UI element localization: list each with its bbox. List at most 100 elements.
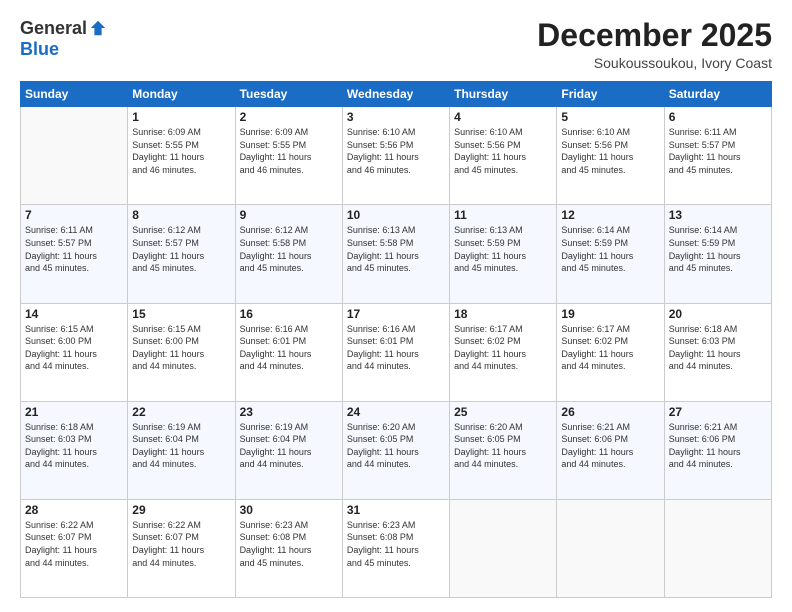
day-info: Sunrise: 6:09 AMSunset: 5:55 PMDaylight:… [240, 126, 338, 176]
day-number: 8 [132, 208, 230, 222]
calendar-cell: 29Sunrise: 6:22 AMSunset: 6:07 PMDayligh… [128, 499, 235, 597]
day-info: Sunrise: 6:14 AMSunset: 5:59 PMDaylight:… [561, 224, 659, 274]
day-info: Sunrise: 6:20 AMSunset: 6:05 PMDaylight:… [454, 421, 552, 471]
day-number: 11 [454, 208, 552, 222]
day-number: 26 [561, 405, 659, 419]
location: Soukoussoukou, Ivory Coast [537, 55, 772, 71]
logo: General Blue [20, 18, 107, 60]
calendar-cell: 4 Sunrise: 6:10 AMSunset: 5:56 PMDaylight… [450, 107, 557, 205]
day-number: 24 [347, 405, 445, 419]
calendar-cell: 31Sunrise: 6:23 AMSunset: 6:08 PMDayligh… [342, 499, 449, 597]
logo-icon [89, 19, 107, 37]
calendar-cell: 3 Sunrise: 6:10 AMSunset: 5:56 PMDaylight… [342, 107, 449, 205]
day-header-saturday: Saturday [664, 82, 771, 107]
calendar-cell: 24 Sunrise: 6:20 AMSunset: 6:05 PMDayligh… [342, 401, 449, 499]
calendar-week-row: 28Sunrise: 6:22 AMSunset: 6:07 PMDayligh… [21, 499, 772, 597]
title-block: December 2025 Soukoussoukou, Ivory Coast [537, 18, 772, 71]
calendar-cell [664, 499, 771, 597]
calendar-cell: 28Sunrise: 6:22 AMSunset: 6:07 PMDayligh… [21, 499, 128, 597]
day-info: Sunrise: 6:10 AMSunset: 5:56 PMDaylight:… [561, 126, 659, 176]
day-number: 10 [347, 208, 445, 222]
day-header-monday: Monday [128, 82, 235, 107]
day-number: 16 [240, 307, 338, 321]
day-info: Sunrise: 6:10 AMSunset: 5:56 PMDaylight:… [347, 126, 445, 176]
day-number: 3 [347, 110, 445, 124]
header: General Blue December 2025 Soukoussoukou… [20, 18, 772, 71]
calendar-header-row: SundayMondayTuesdayWednesdayThursdayFrid… [21, 82, 772, 107]
day-info: Sunrise: 6:09 AMSunset: 5:55 PMDaylight:… [132, 126, 230, 176]
day-number: 30 [240, 503, 338, 517]
calendar-cell: 17 Sunrise: 6:16 AMSunset: 6:01 PMDayligh… [342, 303, 449, 401]
day-info: Sunrise: 6:18 AMSunset: 6:03 PMDaylight:… [25, 421, 123, 471]
day-number: 20 [669, 307, 767, 321]
month-title: December 2025 [537, 18, 772, 53]
day-info: Sunrise: 6:23 AMSunset: 6:08 PMDaylight:… [347, 519, 445, 569]
day-number: 12 [561, 208, 659, 222]
calendar-cell: 25Sunrise: 6:20 AMSunset: 6:05 PMDayligh… [450, 401, 557, 499]
calendar-week-row: 7 Sunrise: 6:11 AMSunset: 5:57 PMDaylight… [21, 205, 772, 303]
day-number: 21 [25, 405, 123, 419]
day-number: 7 [25, 208, 123, 222]
calendar-cell: 27 Sunrise: 6:21 AMSunset: 6:06 PMDayligh… [664, 401, 771, 499]
day-info: Sunrise: 6:20 AMSunset: 6:05 PMDaylight:… [347, 421, 445, 471]
calendar-cell: 6 Sunrise: 6:11 AMSunset: 5:57 PMDaylight… [664, 107, 771, 205]
calendar-cell: 16 Sunrise: 6:16 AMSunset: 6:01 PMDayligh… [235, 303, 342, 401]
calendar-cell [450, 499, 557, 597]
day-info: Sunrise: 6:16 AMSunset: 6:01 PMDaylight:… [347, 323, 445, 373]
calendar-cell: 10Sunrise: 6:13 AMSunset: 5:58 PMDayligh… [342, 205, 449, 303]
logo-general-text: General [20, 18, 87, 39]
calendar-cell: 23 Sunrise: 6:19 AMSunset: 6:04 PMDayligh… [235, 401, 342, 499]
logo-blue-text: Blue [20, 39, 59, 60]
calendar-week-row: 1 Sunrise: 6:09 AMSunset: 5:55 PMDaylight… [21, 107, 772, 205]
day-number: 14 [25, 307, 123, 321]
day-number: 23 [240, 405, 338, 419]
day-number: 17 [347, 307, 445, 321]
day-number: 18 [454, 307, 552, 321]
calendar-cell: 20Sunrise: 6:18 AMSunset: 6:03 PMDayligh… [664, 303, 771, 401]
calendar-week-row: 21 Sunrise: 6:18 AMSunset: 6:03 PMDayligh… [21, 401, 772, 499]
day-info: Sunrise: 6:23 AMSunset: 6:08 PMDaylight:… [240, 519, 338, 569]
day-header-friday: Friday [557, 82, 664, 107]
day-info: Sunrise: 6:14 AMSunset: 5:59 PMDaylight:… [669, 224, 767, 274]
day-info: Sunrise: 6:15 AMSunset: 6:00 PMDaylight:… [132, 323, 230, 373]
day-info: Sunrise: 6:22 AMSunset: 6:07 PMDaylight:… [25, 519, 123, 569]
day-info: Sunrise: 6:10 AMSunset: 5:56 PMDaylight:… [454, 126, 552, 176]
calendar-cell: 15Sunrise: 6:15 AMSunset: 6:00 PMDayligh… [128, 303, 235, 401]
day-info: Sunrise: 6:15 AMSunset: 6:00 PMDaylight:… [25, 323, 123, 373]
calendar-cell [21, 107, 128, 205]
day-number: 9 [240, 208, 338, 222]
day-number: 1 [132, 110, 230, 124]
day-info: Sunrise: 6:11 AMSunset: 5:57 PMDaylight:… [669, 126, 767, 176]
calendar-cell: 7 Sunrise: 6:11 AMSunset: 5:57 PMDaylight… [21, 205, 128, 303]
day-header-tuesday: Tuesday [235, 82, 342, 107]
day-info: Sunrise: 6:17 AMSunset: 6:02 PMDaylight:… [561, 323, 659, 373]
day-info: Sunrise: 6:16 AMSunset: 6:01 PMDaylight:… [240, 323, 338, 373]
day-number: 6 [669, 110, 767, 124]
calendar-cell: 14 Sunrise: 6:15 AMSunset: 6:00 PMDayligh… [21, 303, 128, 401]
day-info: Sunrise: 6:17 AMSunset: 6:02 PMDaylight:… [454, 323, 552, 373]
day-info: Sunrise: 6:21 AMSunset: 6:06 PMDaylight:… [561, 421, 659, 471]
calendar-cell: 21 Sunrise: 6:18 AMSunset: 6:03 PMDayligh… [21, 401, 128, 499]
calendar-cell: 9 Sunrise: 6:12 AMSunset: 5:58 PMDaylight… [235, 205, 342, 303]
day-info: Sunrise: 6:19 AMSunset: 6:04 PMDaylight:… [132, 421, 230, 471]
calendar-cell: 22Sunrise: 6:19 AMSunset: 6:04 PMDayligh… [128, 401, 235, 499]
calendar-cell: 12 Sunrise: 6:14 AMSunset: 5:59 PMDayligh… [557, 205, 664, 303]
calendar-cell: 13Sunrise: 6:14 AMSunset: 5:59 PMDayligh… [664, 205, 771, 303]
day-number: 4 [454, 110, 552, 124]
day-info: Sunrise: 6:11 AMSunset: 5:57 PMDaylight:… [25, 224, 123, 274]
day-info: Sunrise: 6:12 AMSunset: 5:57 PMDaylight:… [132, 224, 230, 274]
calendar-cell: 5 Sunrise: 6:10 AMSunset: 5:56 PMDaylight… [557, 107, 664, 205]
page: General Blue December 2025 Soukoussoukou… [0, 0, 792, 612]
day-number: 5 [561, 110, 659, 124]
day-header-thursday: Thursday [450, 82, 557, 107]
calendar-cell: 8 Sunrise: 6:12 AMSunset: 5:57 PMDaylight… [128, 205, 235, 303]
day-info: Sunrise: 6:21 AMSunset: 6:06 PMDaylight:… [669, 421, 767, 471]
day-info: Sunrise: 6:13 AMSunset: 5:59 PMDaylight:… [454, 224, 552, 274]
day-number: 29 [132, 503, 230, 517]
calendar-cell: 30 Sunrise: 6:23 AMSunset: 6:08 PMDayligh… [235, 499, 342, 597]
day-number: 27 [669, 405, 767, 419]
calendar: SundayMondayTuesdayWednesdayThursdayFrid… [20, 81, 772, 598]
day-header-wednesday: Wednesday [342, 82, 449, 107]
day-info: Sunrise: 6:12 AMSunset: 5:58 PMDaylight:… [240, 224, 338, 274]
day-info: Sunrise: 6:19 AMSunset: 6:04 PMDaylight:… [240, 421, 338, 471]
